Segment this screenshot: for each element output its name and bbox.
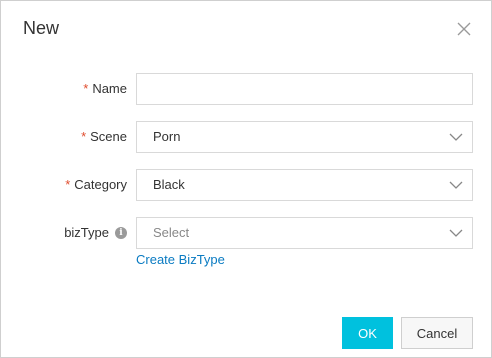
scene-select-value: Porn <box>153 129 181 144</box>
category-row: * Category Black <box>1 169 491 201</box>
biztype-select-placeholder: Select <box>153 225 190 240</box>
category-label-text: Category <box>74 177 127 192</box>
info-icon[interactable]: i <box>115 227 127 239</box>
scene-label-text: Scene <box>90 129 127 144</box>
chevron-down-icon <box>449 228 463 238</box>
name-row: * Name <box>1 73 491 105</box>
chevron-down-icon <box>449 180 463 190</box>
dialog-title: New <box>23 18 60 38</box>
biztype-row: bizType i Select <box>1 217 491 249</box>
scene-row: * Scene Porn <box>1 121 491 153</box>
ok-button[interactable]: OK <box>342 317 393 349</box>
required-mark: * <box>65 177 71 192</box>
category-select-value: Black <box>153 177 185 192</box>
category-select[interactable]: Black <box>136 169 473 201</box>
scene-label: * Scene <box>81 121 127 153</box>
biztype-select[interactable]: Select <box>136 217 473 249</box>
chevron-down-icon <box>449 132 463 142</box>
scene-select[interactable]: Porn <box>136 121 473 153</box>
cancel-button[interactable]: Cancel <box>401 317 473 349</box>
required-mark: * <box>81 129 87 144</box>
name-label-text: Name <box>92 81 127 96</box>
name-field[interactable] <box>136 73 473 105</box>
new-dialog: New * Name * Scene Porn * Category Black… <box>0 0 492 358</box>
biztype-label-text: bizType <box>64 225 109 240</box>
category-label: * Category <box>65 169 127 201</box>
required-mark: * <box>83 81 89 96</box>
name-label: * Name <box>83 73 127 105</box>
close-icon[interactable] <box>457 22 471 36</box>
create-biztype-link[interactable]: Create BizType <box>136 252 225 268</box>
name-input[interactable] <box>137 74 472 104</box>
biztype-label: bizType i <box>64 217 127 249</box>
